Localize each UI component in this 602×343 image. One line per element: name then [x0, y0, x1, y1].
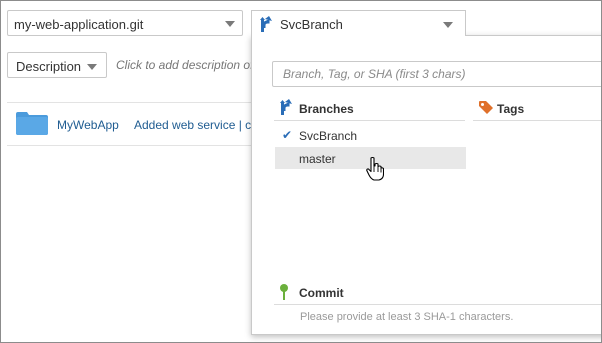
check-icon: ✔	[282, 128, 293, 142]
divider	[7, 145, 257, 146]
description-select[interactable]: Description	[7, 52, 107, 78]
tag-icon	[478, 100, 494, 117]
tags-section-header: Tags	[473, 98, 601, 121]
branch-select-value: SvcBranch	[280, 17, 343, 32]
branch-icon	[279, 99, 293, 118]
pin-icon	[279, 284, 289, 303]
commit-heading: Commit	[299, 286, 344, 300]
chevron-down-icon	[443, 22, 453, 28]
branch-item-label: master	[299, 152, 336, 166]
repository-select[interactable]: my-web-application.git	[7, 10, 243, 36]
branches-section-header: Branches	[274, 98, 465, 121]
app-frame: my-web-application.git Description Click…	[0, 0, 602, 343]
chevron-down-icon	[87, 64, 97, 70]
repository-select-value: my-web-application.git	[14, 17, 144, 32]
branch-dropdown-panel: Branches Tags ✔ SvcBranch master	[251, 35, 601, 335]
branch-item-label: SvcBranch	[299, 129, 358, 143]
branches-heading: Branches	[299, 102, 354, 116]
branch-search-input[interactable]	[272, 61, 601, 87]
divider	[7, 102, 257, 103]
file-row[interactable]: MyWebApp Added web service | code	[7, 107, 271, 141]
file-name-link[interactable]: MyWebApp	[57, 118, 119, 132]
commit-hint: Please provide at least 3 SHA-1 characte…	[300, 311, 514, 323]
tags-heading: Tags	[497, 102, 525, 116]
branch-item-svcbranch[interactable]: ✔ SvcBranch	[275, 124, 466, 146]
branch-icon	[259, 16, 273, 35]
commit-section-header: Commit	[274, 282, 601, 305]
folder-icon	[16, 111, 48, 138]
description-select-value: Description	[16, 59, 82, 74]
hand-cursor-icon	[366, 156, 385, 184]
branch-select[interactable]: SvcBranch	[251, 10, 466, 36]
chevron-down-icon	[225, 21, 235, 27]
